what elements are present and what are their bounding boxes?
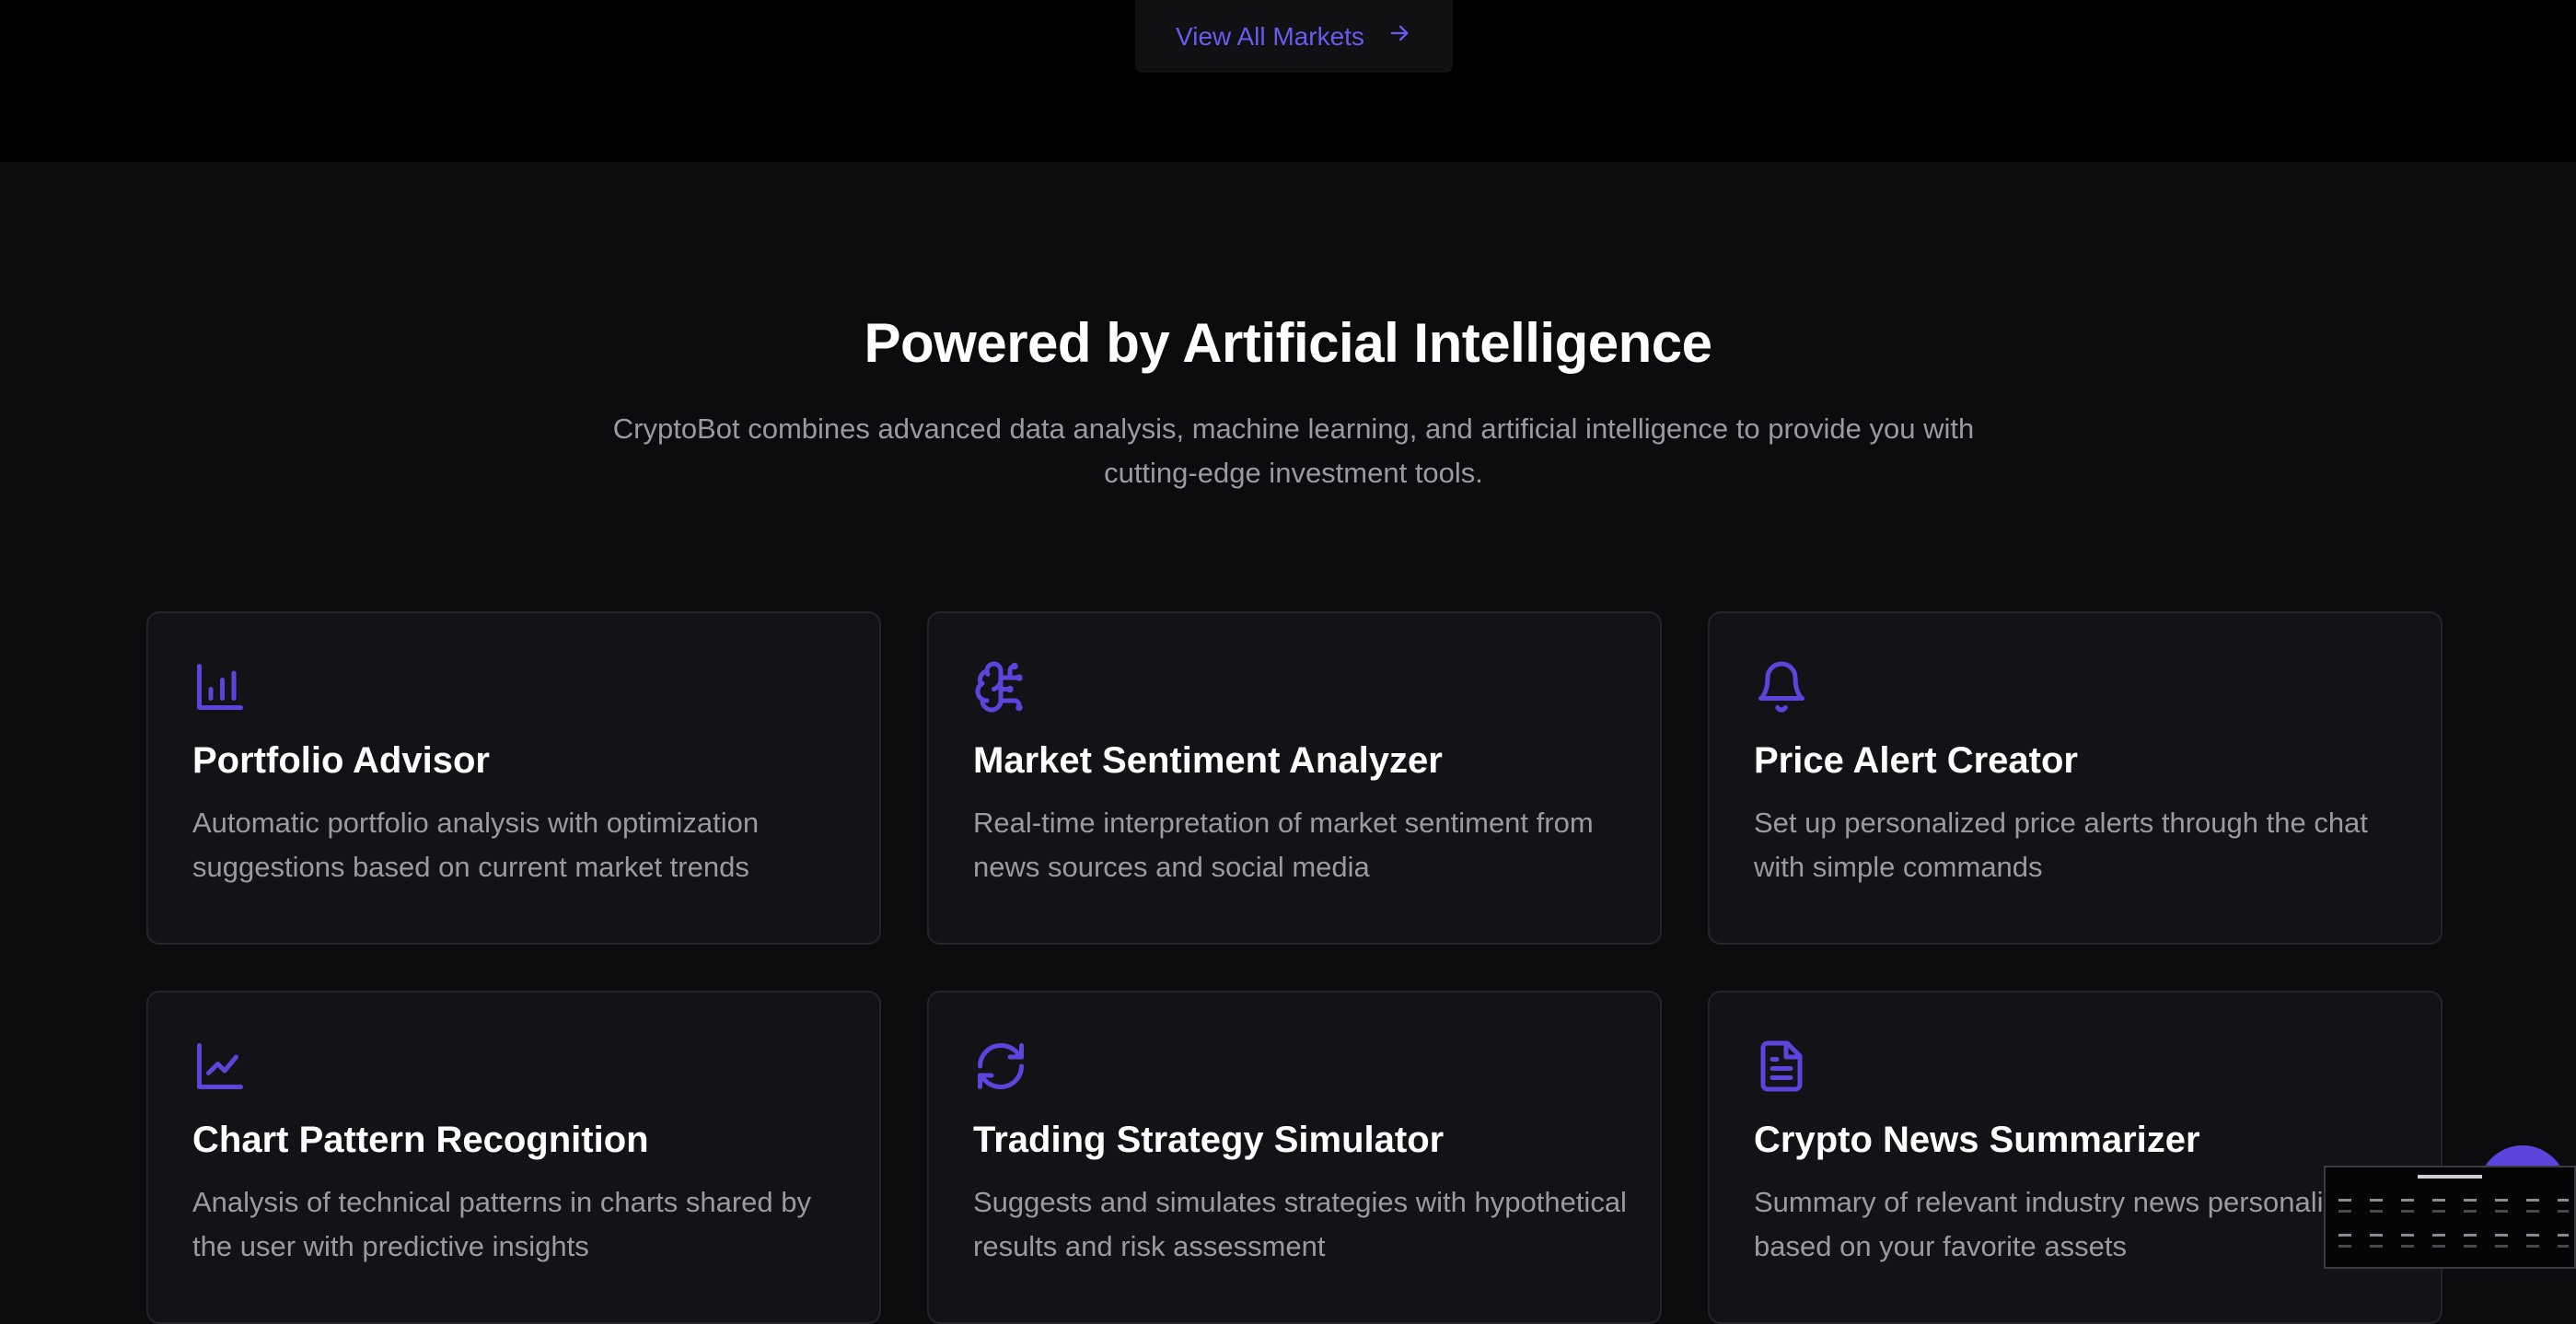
- feature-description: Analysis of technical patterns in charts…: [192, 1186, 812, 1262]
- view-all-markets-button[interactable]: View All Markets: [1135, 0, 1453, 73]
- feature-card-portfolio-advisor[interactable]: Portfolio Advisor Automatic portfolio an…: [146, 611, 881, 945]
- feature-description: Summary of relevant industry news person…: [1754, 1186, 2370, 1262]
- feature-title: Price Alert Creator: [1754, 740, 2078, 781]
- brain-circuit-icon: [973, 659, 1028, 714]
- feature-title: Crypto News Summarizer: [1754, 1120, 2200, 1160]
- refresh-icon: [973, 1039, 1028, 1094]
- feature-card-market-sentiment-analyzer[interactable]: Market Sentiment Analyzer Real-time inte…: [927, 611, 1662, 945]
- ai-features-section: Powered by Artificial Intelligence Crypt…: [0, 162, 2576, 1324]
- preview-row: [2338, 1199, 2569, 1202]
- line-chart-icon: [192, 1039, 248, 1094]
- feature-description: Suggests and simulates strategies with h…: [973, 1186, 1627, 1262]
- view-all-markets-label: View All Markets: [1176, 21, 1364, 51]
- page-preview-thumbnail[interactable]: [2324, 1166, 2576, 1269]
- feature-title: Trading Strategy Simulator: [973, 1120, 1445, 1160]
- section-title: Powered by Artificial Intelligence: [864, 312, 1712, 374]
- feature-card-trading-strategy-simulator[interactable]: Trading Strategy Simulator Suggests and …: [927, 991, 1662, 1324]
- feature-description: Set up personalized price alerts through…: [1754, 807, 2368, 883]
- feature-title: Market Sentiment Analyzer: [973, 740, 1443, 781]
- feature-title: Chart Pattern Recognition: [192, 1120, 649, 1160]
- bell-icon: [1754, 659, 1809, 714]
- preview-title-mark: [2418, 1175, 2482, 1179]
- section-subtitle: CryptoBot combines advanced data analysi…: [612, 412, 1975, 489]
- feature-card-crypto-news-summarizer[interactable]: Crypto News Summarizer Summary of releva…: [1708, 991, 2443, 1324]
- preview-row: [2338, 1210, 2569, 1213]
- feature-card-price-alert-creator[interactable]: Price Alert Creator Set up personalized …: [1708, 611, 2443, 945]
- feature-title: Portfolio Advisor: [192, 740, 490, 781]
- preview-row: [2338, 1234, 2569, 1237]
- file-text-icon: [1754, 1039, 1809, 1094]
- arrow-right-icon: [1387, 20, 1412, 52]
- feature-description: Real-time interpretation of market senti…: [973, 807, 1594, 883]
- bar-chart-icon: [192, 659, 248, 714]
- feature-description: Automatic portfolio analysis with optimi…: [192, 807, 760, 883]
- feature-card-chart-pattern-recognition[interactable]: Chart Pattern Recognition Analysis of te…: [146, 991, 881, 1324]
- preview-row: [2338, 1245, 2569, 1248]
- top-band: View All Markets: [0, 0, 2576, 162]
